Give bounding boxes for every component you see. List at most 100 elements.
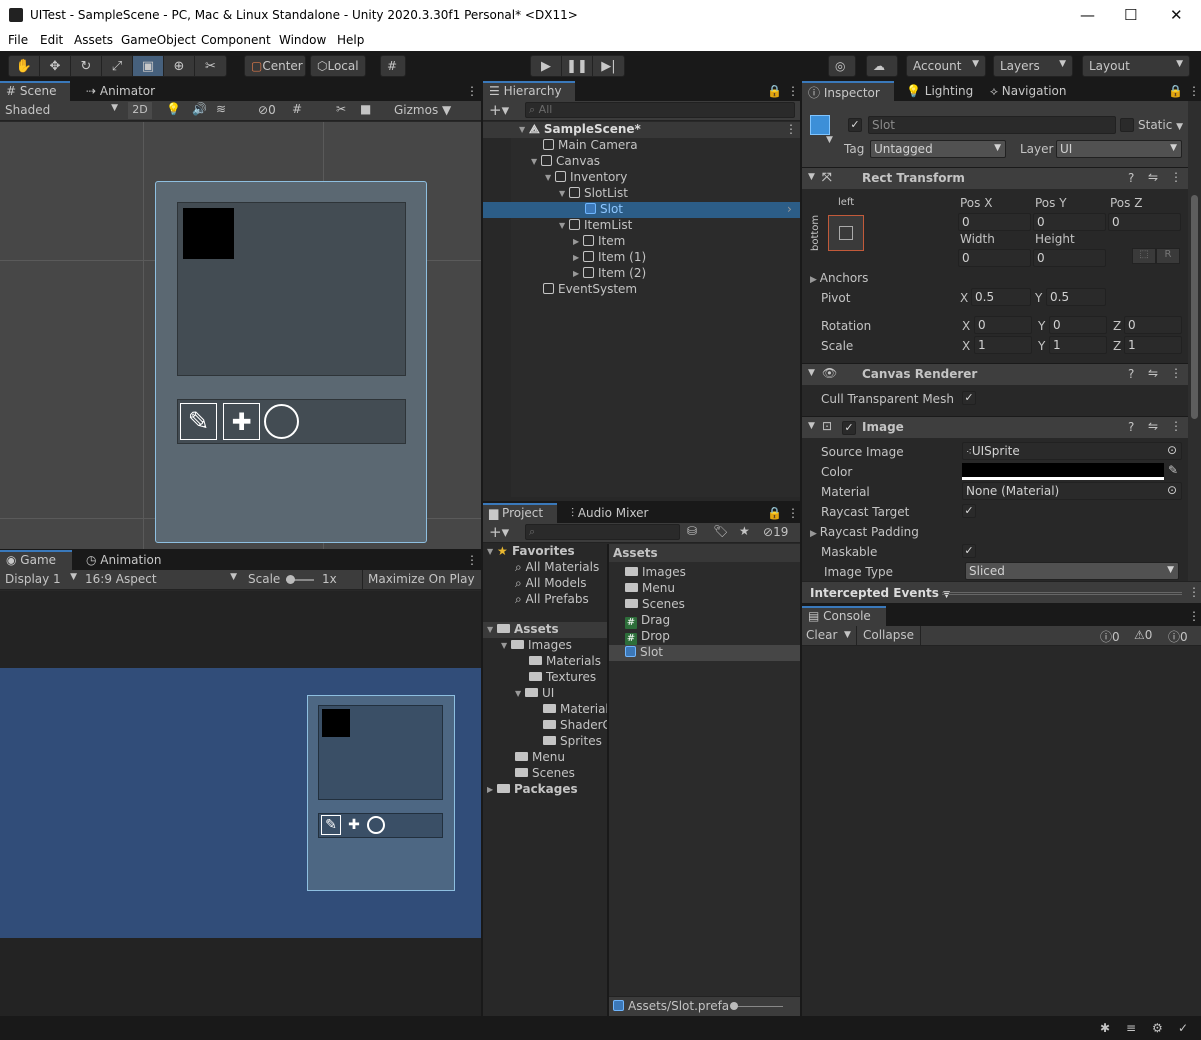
posz-field[interactable]: 0	[1108, 213, 1181, 231]
icon-size-thumb[interactable]	[730, 1002, 738, 1010]
more-options-icon[interactable]: ⋮	[460, 550, 484, 570]
scrollbar-thumb[interactable]	[1191, 195, 1198, 419]
hidden-packages-icon[interactable]: ⊘19	[763, 525, 788, 539]
tab-console[interactable]: ▤ Console	[802, 606, 886, 626]
image-header[interactable]: ▼ ⊡ ✓ Image ? ⇋ ⋮	[802, 416, 1188, 438]
chevron-right-icon[interactable]: ›	[787, 202, 792, 216]
image-type-dropdown[interactable]: Sliced ▼	[965, 562, 1179, 580]
audio-toggle-icon[interactable]: 🔊	[192, 102, 207, 116]
tree-item-slotlist[interactable]: ▼ SlotList	[559, 186, 628, 202]
tree-item-eventsystem[interactable]: EventSystem	[543, 282, 637, 298]
icon-size-slider[interactable]	[733, 1006, 783, 1007]
eyedropper-icon[interactable]: ✎	[1168, 463, 1178, 477]
hidden-objects-icon[interactable]: ⊘0	[258, 103, 276, 117]
tab-navigation[interactable]: ⟡ Navigation	[984, 81, 1072, 101]
tab-hierarchy[interactable]: ☰ Hierarchy	[483, 81, 575, 101]
height-field[interactable]: 0	[1033, 249, 1106, 267]
clear-options-chevron-down-icon[interactable]: ▼	[844, 628, 851, 640]
display-dropdown[interactable]: Display 1 ▼	[5, 572, 79, 586]
tree-item-samplescene[interactable]: ▼ ⟁ SampleScene*	[519, 122, 641, 138]
tab-scene[interactable]: # Scene	[0, 81, 70, 101]
effects-toggle-icon[interactable]: ≋	[216, 102, 226, 116]
posx-field[interactable]: 0	[958, 213, 1031, 231]
game-render[interactable]: ✎ ✚	[0, 668, 481, 938]
menu-component[interactable]: Component	[201, 33, 271, 47]
close-button[interactable]: ✕	[1170, 6, 1183, 24]
cull-checkbox[interactable]: ✓	[962, 391, 976, 405]
space-toggle[interactable]: ⬡Local	[310, 55, 366, 77]
maximize-button[interactable]: ☐	[1124, 6, 1137, 24]
presets-icon[interactable]: ⇋	[1148, 366, 1158, 380]
camera-icon[interactable]: ■	[360, 102, 371, 116]
scale-y-field[interactable]: 1	[1049, 336, 1107, 354]
material-field[interactable]: None (Material) ⊙	[962, 482, 1182, 500]
scene-viewport[interactable]: ✎ ✚	[0, 122, 481, 549]
move-tool-icon[interactable]: ✥	[40, 56, 71, 76]
tree-ui[interactable]: ▼ UI	[515, 686, 554, 702]
packages-node[interactable]: ▶ Packages	[487, 782, 578, 798]
width-field[interactable]: 0	[958, 249, 1031, 267]
more-options-icon[interactable]: ⋮	[1182, 81, 1201, 101]
menu-assets[interactable]: Assets	[74, 33, 113, 47]
favorite-all-models[interactable]: ⌕ All Models	[515, 576, 587, 592]
tab-animation[interactable]: ◷ Animation	[80, 550, 167, 570]
object-name-field[interactable]: Slot	[868, 116, 1116, 134]
hand-tool-icon[interactable]: ✋	[9, 56, 40, 76]
grid-snap-icon[interactable]: #	[380, 55, 406, 77]
tree-item-item-1[interactable]: ▶ Item (1)	[573, 250, 646, 266]
tree-item-inventory[interactable]: ▼ Inventory	[545, 170, 627, 186]
object-picker-icon[interactable]: ⊙	[1167, 483, 1177, 497]
add-icon[interactable]: +▾	[489, 101, 509, 119]
2d-toggle[interactable]: 2D	[128, 102, 152, 119]
posy-field[interactable]: 0	[1033, 213, 1106, 231]
aspect-dropdown[interactable]: 16:9 Aspect ▼	[85, 572, 239, 586]
asset-images[interactable]: Images	[625, 565, 686, 581]
tree-item-itemlist[interactable]: ▼ ItemList	[559, 218, 632, 234]
favorites-node[interactable]: ▼ ★ Favorites	[487, 544, 575, 560]
help-icon[interactable]: ?	[1128, 367, 1134, 381]
warning-filter[interactable]: ⚠0	[1134, 628, 1152, 642]
layout-dropdown[interactable]: Layout ▼	[1082, 55, 1190, 77]
asset-drop[interactable]: # Drop	[625, 629, 670, 645]
layers-dropdown[interactable]: Layers ▼	[993, 55, 1073, 77]
scale-slider-thumb[interactable]	[286, 575, 295, 584]
tab-inspector[interactable]: ⓘ Inspector	[802, 81, 894, 101]
lighting-toggle-icon[interactable]: 💡	[166, 102, 181, 116]
layer-dropdown[interactable]: UI ▼	[1056, 140, 1182, 158]
grid-toggle-icon[interactable]: #	[292, 102, 302, 116]
menu-edit[interactable]: Edit	[40, 33, 63, 47]
canvas-renderer-header[interactable]: ▼ 👁 Canvas Renderer ? ⇋ ⋮	[802, 363, 1188, 385]
add-icon[interactable]: +▾	[489, 523, 509, 541]
more-options-icon[interactable]: ⋮	[1170, 170, 1182, 184]
star-icon[interactable]: ★	[739, 524, 750, 538]
chevron-down-icon[interactable]: ▼	[826, 135, 833, 145]
assets-node[interactable]: ▼ Assets	[487, 622, 559, 638]
rect-transform-header[interactable]: ▼ ⤧ Rect Transform ? ⇋ ⋮	[802, 167, 1188, 189]
tree-menu[interactable]: Menu	[515, 750, 565, 766]
asset-menu[interactable]: Menu	[625, 581, 675, 597]
presets-icon[interactable]: ⇋	[1148, 170, 1158, 184]
label-icon[interactable]: 🏷	[713, 524, 728, 538]
menu-file[interactable]: File	[8, 33, 28, 47]
anchors-foldout[interactable]: ▶ Anchors	[810, 271, 868, 285]
asset-drag[interactable]: # Drag	[625, 613, 670, 629]
collapse-toggle[interactable]: Collapse	[856, 626, 921, 646]
tree-ui-materials[interactable]: Materials	[543, 702, 607, 718]
hierarchy-search-input[interactable]: ⌕ All	[525, 102, 795, 118]
favorite-all-prefabs[interactable]: ⌕ All Prefabs	[515, 592, 589, 608]
error-filter[interactable]: ⓘ0	[1168, 628, 1188, 645]
active-checkbox[interactable]: ✓	[848, 118, 862, 132]
static-dropdown[interactable]: Static ▼	[1138, 118, 1183, 132]
scale-z-field[interactable]: 1	[1124, 336, 1182, 354]
favorite-all-materials[interactable]: ⌕ All Materials	[515, 560, 599, 576]
rot-y-field[interactable]: 0	[1049, 316, 1107, 334]
search-by-type-icon[interactable]: ⛁	[687, 524, 697, 538]
maximize-on-play-toggle[interactable]: Maximize On Play	[362, 570, 480, 590]
shading-dropdown[interactable]: Shaded ▼	[5, 103, 120, 117]
collab-icon[interactable]: ◎	[828, 55, 856, 77]
drag-handle[interactable]	[942, 592, 1182, 595]
step-icon[interactable]: ▶|	[593, 56, 624, 76]
tab-game[interactable]: ◉ Game	[0, 550, 72, 570]
tree-shaderg[interactable]: ShaderG	[543, 718, 607, 734]
more-options-icon[interactable]: ⋮	[460, 81, 484, 101]
